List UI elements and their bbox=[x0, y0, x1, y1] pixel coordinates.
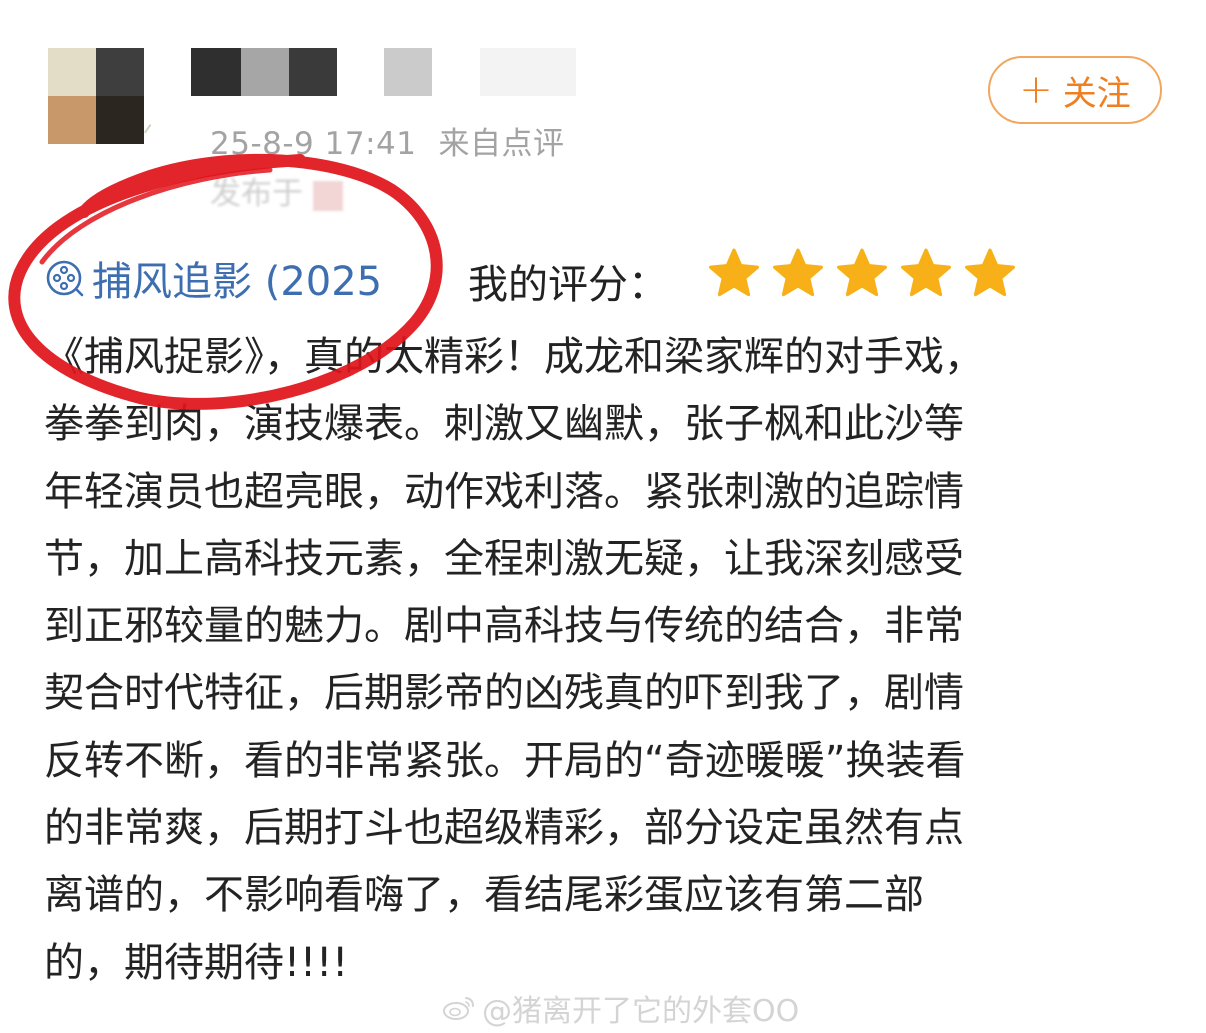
movie-title: 捕风追影 (2025 bbox=[92, 259, 383, 305]
review-line: 契合时代特征，后期影帝的凶残真的吓到我了，剧情 bbox=[44, 670, 964, 717]
avatar-pixel bbox=[96, 48, 144, 96]
post-meta: 25-8-9 17:41 来自点评 bbox=[210, 118, 564, 163]
publish-location: 发布于 bbox=[210, 168, 343, 213]
star-icon bbox=[773, 248, 823, 297]
post-timestamp: 25-8-9 17:41 bbox=[210, 126, 417, 162]
watermark-text: @猪离开了它的外套OO bbox=[482, 994, 800, 1029]
plus-icon: + bbox=[1019, 67, 1053, 113]
weibo-logo-icon bbox=[443, 997, 474, 1020]
review-line: 离谱的，不影响看嗨了，看结尾彩蛋应该有第二部 bbox=[44, 872, 924, 919]
username-redacted[interactable] bbox=[384, 48, 432, 96]
review-line: 拳拳到肉，演技爆表。刺激又幽默，张子枫和此沙等 bbox=[44, 401, 964, 448]
username-redacted[interactable] bbox=[289, 48, 337, 96]
review-text: 《捕风捉影》，真的太精彩！成龙和梁家辉的对手戏， 拳拳到肉，演技爆表。刺激又幽默，… bbox=[44, 324, 1162, 997]
rating-stars bbox=[706, 246, 1018, 302]
film-reel-icon bbox=[46, 260, 84, 297]
review-line: 节，加上高科技元素，全程刺激无疑，让我深刻感受 bbox=[44, 535, 964, 582]
avatar-pixel bbox=[48, 48, 96, 96]
review-line: 《捕风捉影》，真的太精彩！成龙和梁家辉的对手戏， bbox=[44, 334, 984, 380]
star-icon bbox=[837, 248, 887, 297]
verified-mark bbox=[144, 124, 158, 138]
star-icon bbox=[901, 248, 951, 297]
review-line: 年轻演员也超亮眼，动作戏利落。紧张刺激的追踪情 bbox=[44, 468, 964, 515]
review-line: 到正邪较量的魅力。剧中高科技与传统的结合，非常 bbox=[44, 603, 964, 650]
follow-button[interactable]: + 关注 bbox=[988, 56, 1162, 124]
rating-label: 我的评分： bbox=[468, 262, 668, 308]
username-redacted[interactable] bbox=[241, 48, 289, 96]
movie-link[interactable]: 捕风追影 (2025 bbox=[44, 250, 382, 306]
follow-label: 关注 bbox=[1062, 73, 1131, 114]
location-redacted bbox=[313, 180, 343, 211]
avatar-pixel bbox=[96, 96, 144, 144]
review-line: 反转不断，看的非常紧张。开局的“奇迹暖暖”换装看 bbox=[44, 737, 966, 784]
username-redacted[interactable] bbox=[480, 48, 576, 96]
star-icon bbox=[965, 248, 1015, 297]
review-line: 的非常爽，后期打斗也超级精彩，部分设定虽然有点 bbox=[44, 805, 964, 852]
avatar-pixel bbox=[48, 96, 96, 144]
username-redacted[interactable] bbox=[191, 48, 241, 96]
publish-label: 发布于 bbox=[210, 176, 303, 212]
post-source: 来自点评 bbox=[438, 126, 565, 162]
avatar[interactable] bbox=[48, 48, 144, 144]
star-icon bbox=[709, 248, 759, 297]
watermark: @猪离开了它的外套OO bbox=[442, 986, 799, 1030]
